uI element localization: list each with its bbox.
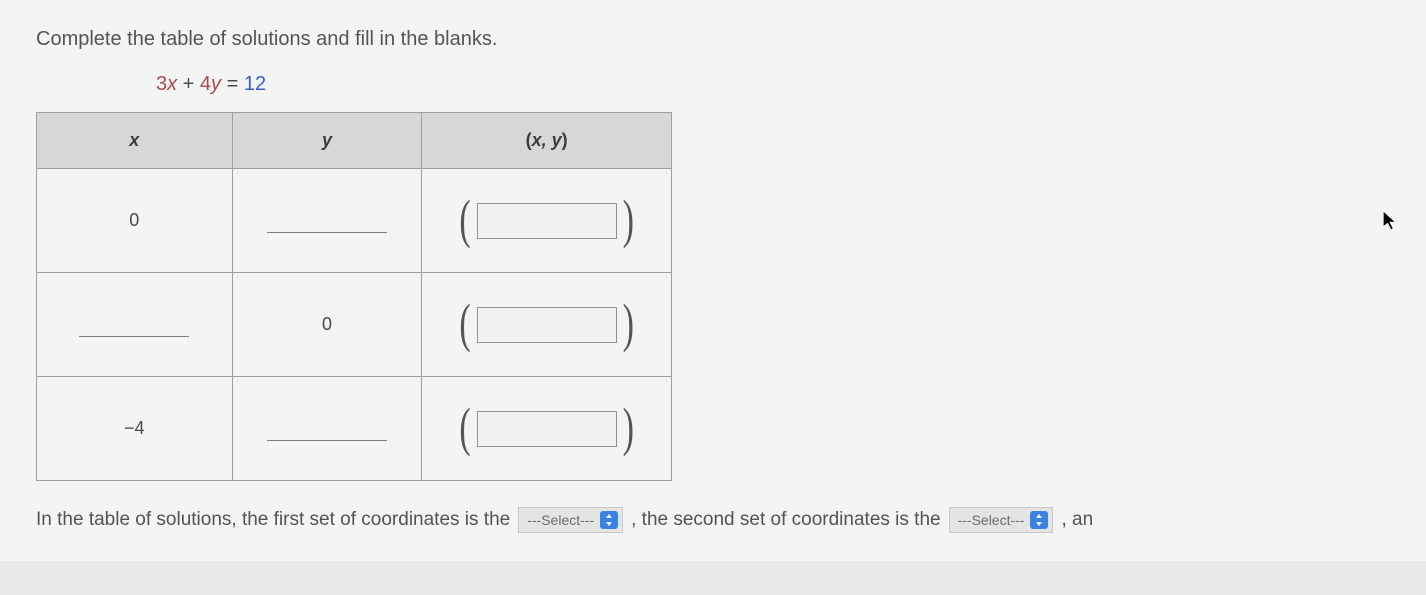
cursor-icon	[1382, 210, 1400, 232]
select-label: ---Select---	[527, 512, 594, 528]
equation: 3x + 4y = 12	[156, 73, 1390, 96]
table-header-row: x y (x, y)	[37, 113, 672, 169]
var-x: x	[167, 73, 177, 95]
plus-sign: +	[177, 73, 200, 95]
cell-xy-0: ( )	[422, 169, 672, 273]
blank-input[interactable]	[267, 209, 387, 233]
select-dropdown-2[interactable]: ---Select---	[949, 507, 1054, 533]
cell-y-1: 0	[232, 273, 422, 377]
solutions-table: x y (x, y) 0 ( )	[36, 112, 672, 481]
select-dropdown-1[interactable]: ---Select---	[518, 507, 623, 533]
cell-x-2: −4	[37, 377, 233, 481]
xy-input-2[interactable]	[477, 411, 617, 447]
cell-xy-2: ( )	[422, 377, 672, 481]
rparen-icon: )	[623, 193, 634, 247]
equals-sign: =	[221, 73, 244, 95]
fill-in-sentence: In the table of solutions, the first set…	[36, 507, 1390, 533]
sentence-part-3: , an	[1061, 509, 1093, 531]
coef-2: 4	[200, 73, 211, 95]
table-row: 0 ( )	[37, 169, 672, 273]
blank-input[interactable]	[267, 417, 387, 441]
table-row: 0 ( )	[37, 273, 672, 377]
rparen-icon: )	[623, 401, 634, 455]
cell-y-2[interactable]	[232, 377, 422, 481]
col-header-xy: (x, y)	[422, 113, 672, 169]
lparen-icon: (	[459, 193, 470, 247]
cell-xy-1: ( )	[422, 273, 672, 377]
col-header-x: x	[37, 113, 233, 169]
xy-input-0[interactable]	[477, 203, 617, 239]
updown-icon	[600, 511, 618, 529]
coef-1: 3	[156, 73, 167, 95]
table-row: −4 ( )	[37, 377, 672, 481]
xy-vars: x, y	[532, 130, 562, 150]
rhs-value: 12	[244, 73, 266, 95]
paren-close: )	[562, 130, 568, 150]
col-header-y: y	[232, 113, 422, 169]
var-y: y	[211, 73, 221, 95]
updown-icon	[1030, 511, 1048, 529]
select-label: ---Select---	[958, 512, 1025, 528]
lparen-icon: (	[459, 401, 470, 455]
rparen-icon: )	[623, 297, 634, 351]
lparen-icon: (	[459, 297, 470, 351]
cell-y-0[interactable]	[232, 169, 422, 273]
instruction-text: Complete the table of solutions and fill…	[36, 28, 1390, 51]
sentence-part-2: , the second set of coordinates is the	[631, 509, 940, 531]
question-container: Complete the table of solutions and fill…	[0, 0, 1426, 561]
blank-input[interactable]	[79, 313, 189, 337]
sentence-part-1: In the table of solutions, the first set…	[36, 509, 510, 531]
xy-input-1[interactable]	[477, 307, 617, 343]
cell-x-0: 0	[37, 169, 233, 273]
cell-x-1[interactable]	[37, 273, 233, 377]
